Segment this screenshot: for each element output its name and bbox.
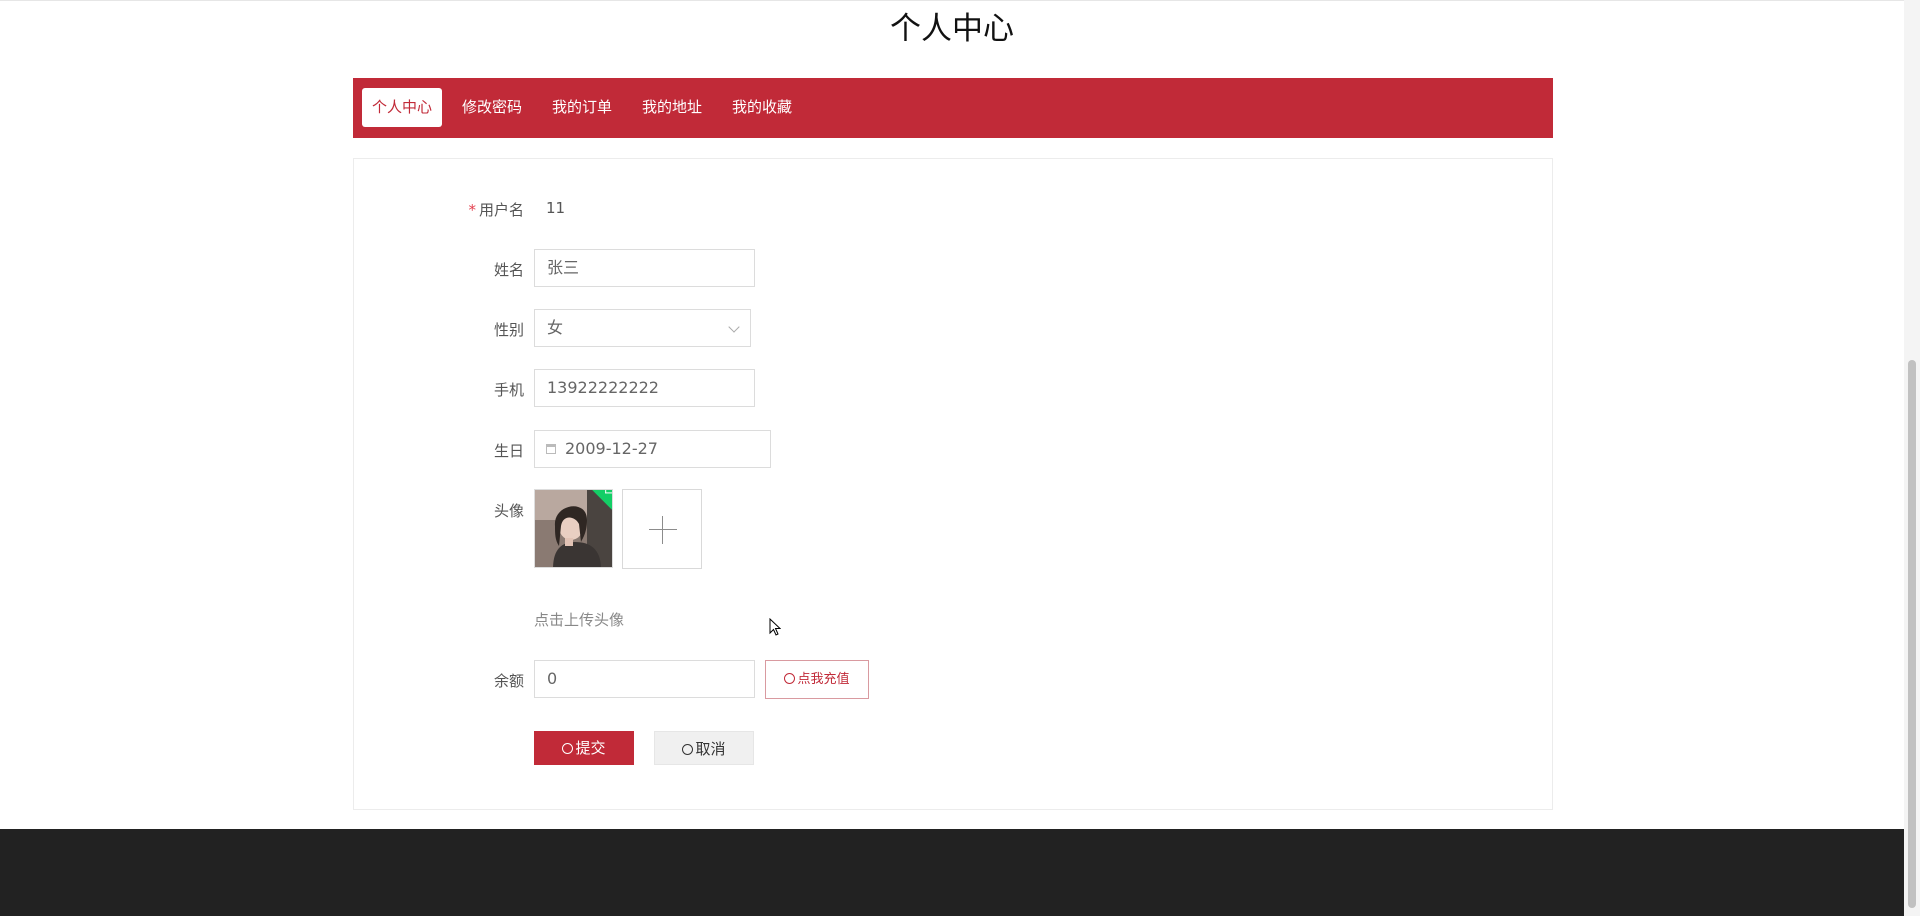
page-title: 个人中心 (890, 11, 1014, 47)
scrollbar[interactable] (1904, 0, 1920, 916)
tab-profile[interactable]: 个人中心 (362, 88, 443, 127)
gender-label: 性别 (493, 321, 524, 339)
username-value: 11 (546, 199, 566, 217)
balance-input[interactable]: 0 (534, 660, 755, 698)
scrollbar-thumb[interactable] (1908, 360, 1916, 908)
tab-my-address[interactable]: 我的地址 (632, 88, 712, 127)
check-circle-icon (562, 743, 574, 754)
mouse-cursor-icon (769, 618, 781, 636)
cancel-button[interactable]: 取消 (654, 731, 754, 765)
gender-value: 女 (547, 318, 564, 337)
tab-my-favorites[interactable]: 我的收藏 (722, 88, 802, 127)
avatar-label: 头像 (493, 502, 524, 520)
avatar-image[interactable] (534, 489, 613, 568)
balance-label: 余额 (493, 672, 524, 690)
birthday-date-picker[interactable]: 2009-12-27 (534, 430, 771, 468)
tab-change-password[interactable]: 修改密码 (452, 88, 532, 127)
avatar-upload-hint: 点击上传头像 (534, 611, 625, 629)
top-divider (0, 0, 1904, 1)
recharge-button[interactable]: 点我充值 (765, 660, 869, 699)
avatar-upload-button[interactable] (622, 489, 702, 569)
plus-icon (649, 529, 677, 530)
required-mark: * (468, 201, 476, 219)
phone-input[interactable]: 13922222222 (534, 369, 755, 407)
username-label: * 用户名 (468, 201, 524, 219)
tab-my-orders[interactable]: 我的订单 (542, 88, 622, 127)
calendar-icon (546, 444, 556, 454)
tab-bar: 个人中心 修改密码 我的订单 我的地址 我的收藏 (353, 78, 1553, 138)
birthday-value: 2009-12-27 (565, 439, 658, 458)
name-input[interactable]: 张三 (534, 249, 755, 287)
minus-circle-icon (682, 744, 694, 755)
plus-circle-icon (784, 673, 796, 684)
submit-button[interactable]: 提交 (534, 731, 634, 765)
gender-select[interactable]: 女 (534, 309, 751, 347)
birthday-label: 生日 (493, 442, 524, 460)
chevron-down-icon (728, 321, 740, 333)
page: 个人中心 个人中心 修改密码 我的订单 我的地址 我的收藏 * 用户名 11 姓名… (0, 0, 1920, 916)
footer (0, 829, 1904, 916)
profile-form-panel (353, 158, 1553, 810)
phone-label: 手机 (493, 381, 524, 399)
name-label: 姓名 (493, 261, 524, 279)
